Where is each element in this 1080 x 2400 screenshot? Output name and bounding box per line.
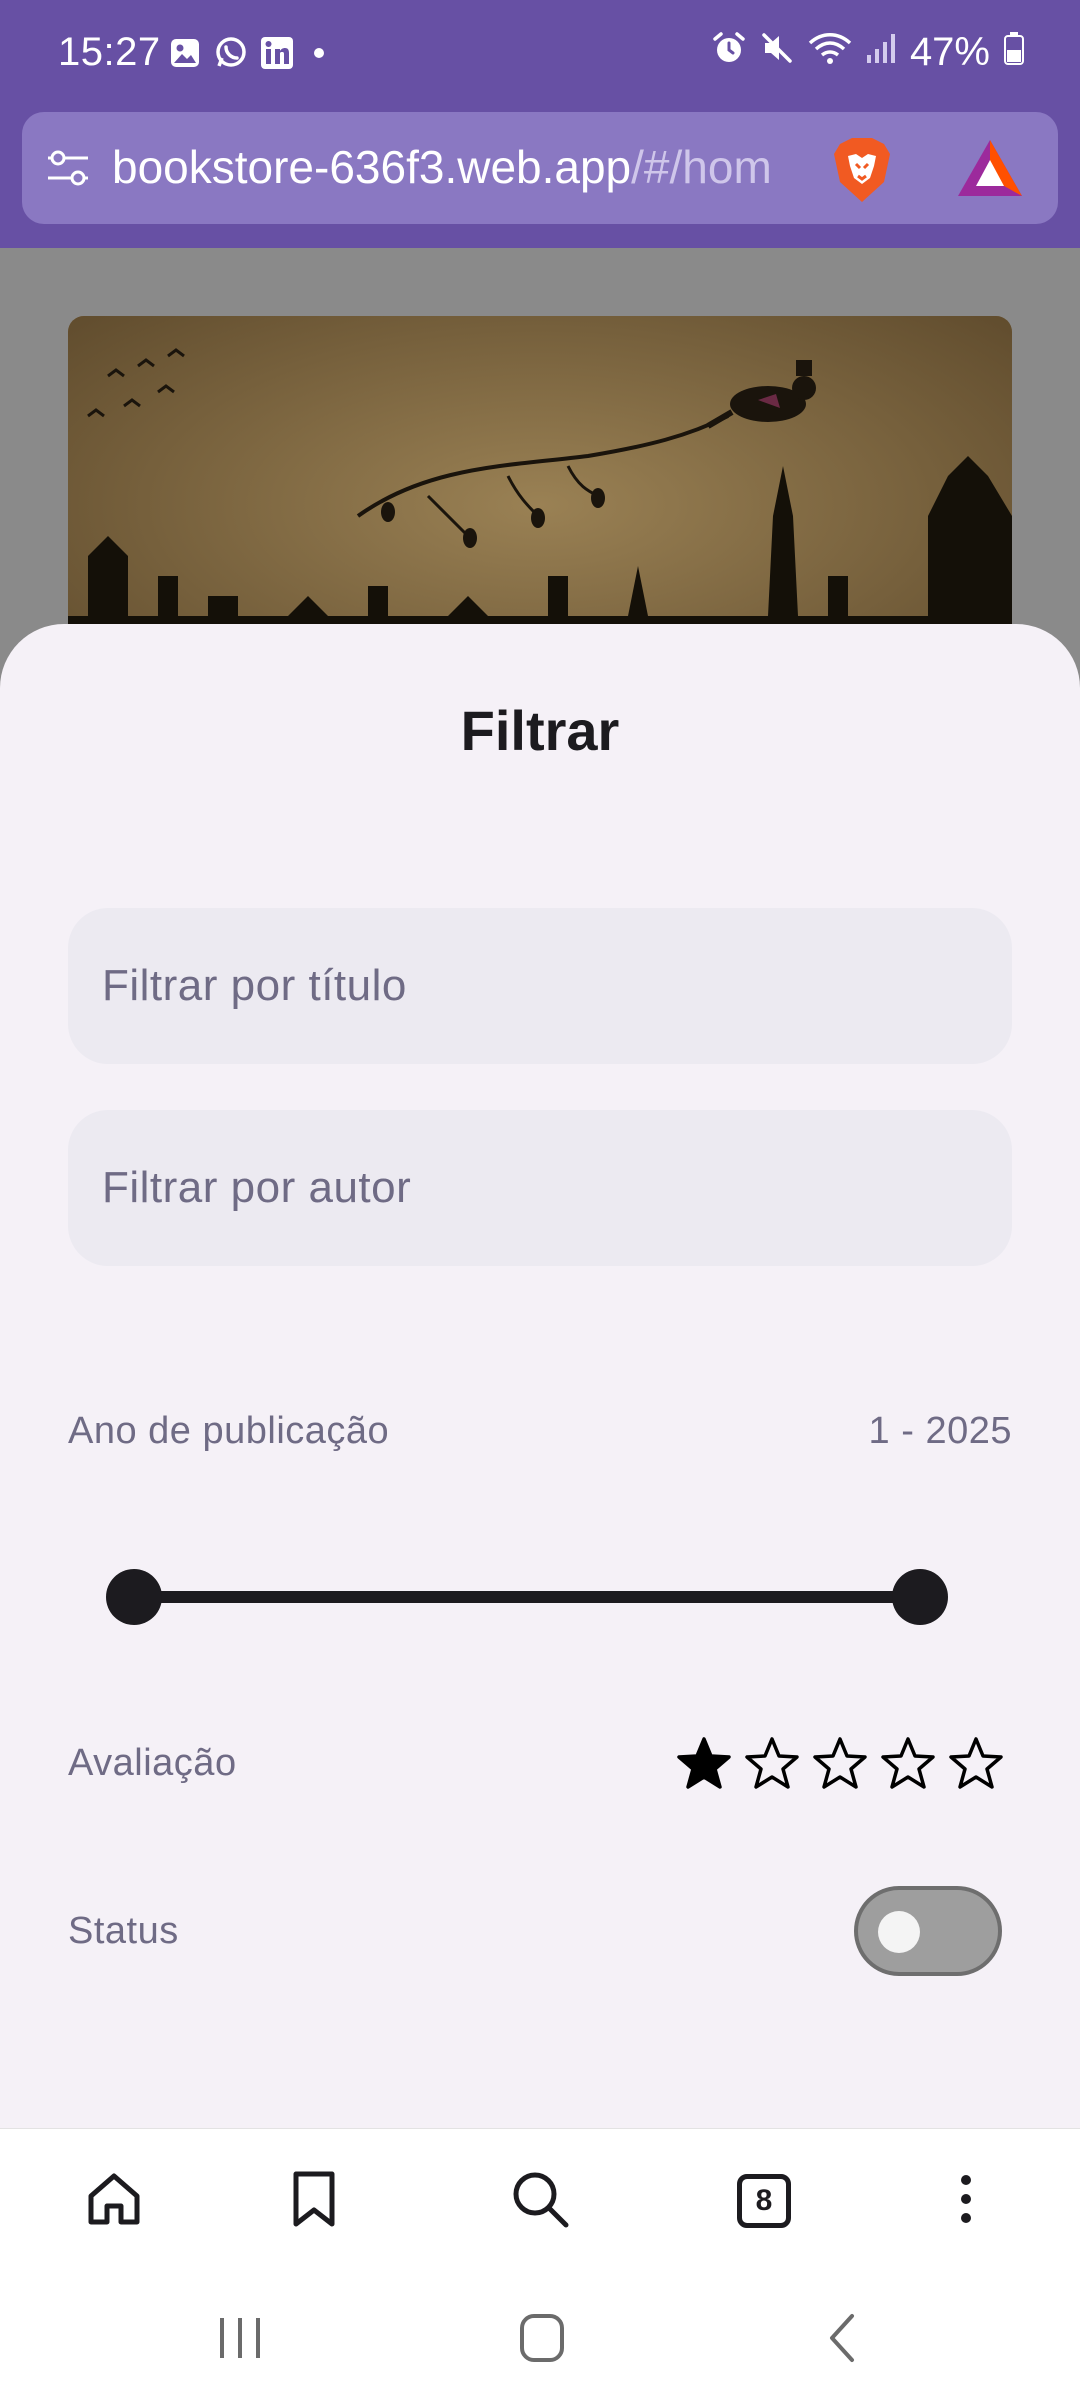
home-nav-icon[interactable] [512, 2310, 572, 2366]
rating-label: Avaliação [68, 1742, 237, 1784]
back-nav-icon[interactable] [814, 2310, 874, 2366]
menu-button[interactable] [930, 2165, 1002, 2237]
recent-apps-icon[interactable] [210, 2310, 270, 2366]
toggle-knob [878, 1911, 920, 1953]
bookmarks-button[interactable] [278, 2165, 350, 2237]
status-bar: 15:27 47% [0, 0, 1080, 112]
browser-bottom-bar: 8 [0, 2128, 1080, 2272]
rating-star-3-empty-icon[interactable] [812, 1736, 868, 1792]
slider-start-thumb[interactable] [106, 1569, 162, 1625]
rating-stars[interactable] [676, 1736, 1004, 1792]
status-toggle[interactable] [854, 1886, 1002, 1976]
linkedin-icon [260, 36, 294, 70]
wifi-icon [808, 30, 852, 75]
author-filter-input[interactable] [68, 1110, 1012, 1266]
gallery-icon [168, 36, 202, 70]
url-text[interactable]: bookstore-636f3.web.app/#/hom [112, 140, 832, 194]
brave-shields-icon[interactable] [830, 134, 894, 206]
rating-star-5-empty-icon[interactable] [948, 1736, 1004, 1792]
status-time: 15:27 [58, 30, 161, 74]
alarm-icon [712, 30, 746, 75]
whatsapp-icon [214, 36, 248, 70]
year-label: Ano de publicação [68, 1410, 390, 1452]
system-navigation-bar [0, 2272, 1080, 2400]
bookmark-icon [290, 2170, 338, 2233]
author-filter-field[interactable] [68, 1110, 1012, 1266]
title-filter-field[interactable] [68, 908, 1012, 1064]
mute-icon [760, 30, 794, 75]
slider-track[interactable] [134, 1591, 920, 1603]
year-range-value: 1 - 2025 [868, 1410, 1012, 1452]
more-notifications-dot [314, 48, 324, 58]
brave-rewards-icon[interactable] [956, 138, 1024, 198]
url-domain: bookstore-636f3.web.app [112, 141, 632, 193]
more-vert-icon [956, 2170, 976, 2233]
url-path: /#/hom [631, 141, 772, 193]
site-settings-icon[interactable] [46, 148, 90, 188]
browser-toolbar: bookstore-636f3.web.app/#/hom [0, 112, 1080, 248]
search-icon [510, 2169, 570, 2234]
year-range-slider[interactable] [106, 1566, 948, 1626]
address-bar[interactable]: bookstore-636f3.web.app/#/hom [22, 112, 1058, 224]
status-label: Status [68, 1910, 179, 1952]
rating-star-1-filled-icon[interactable] [676, 1736, 732, 1792]
home-icon [85, 2170, 143, 2233]
notification-icons [168, 36, 324, 70]
title-filter-input[interactable] [68, 908, 1012, 1064]
home-button[interactable] [78, 2165, 150, 2237]
signal-icon [866, 30, 896, 75]
sheet-title: Filtrar [460, 699, 620, 762]
slider-end-thumb[interactable] [892, 1569, 948, 1625]
battery-icon [1004, 30, 1024, 75]
battery-percent: 47% [909, 30, 990, 74]
system-status-icons: 47% [712, 30, 1024, 75]
rating-star-4-empty-icon[interactable] [880, 1736, 936, 1792]
rating-star-2-empty-icon[interactable] [744, 1736, 800, 1792]
tabs-button[interactable]: 8 [728, 2165, 800, 2237]
tab-count: 8 [737, 2174, 791, 2228]
search-button[interactable] [504, 2165, 576, 2237]
